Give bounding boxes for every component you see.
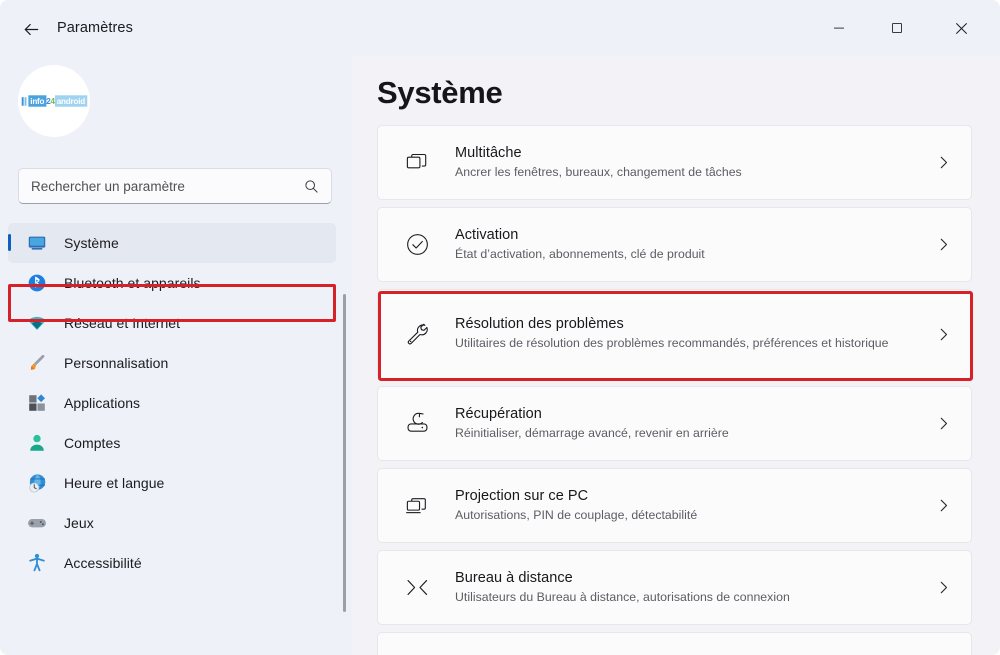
selection-indicator bbox=[8, 234, 11, 251]
sidebar-item-accessibilite[interactable]: Accessibilité bbox=[8, 543, 336, 583]
card-subtitle: Utilitaires de résolution des problèmes … bbox=[455, 336, 889, 351]
search-icon[interactable] bbox=[304, 179, 319, 194]
card-title: Récupération bbox=[455, 405, 542, 422]
sidebar-item-label: Applications bbox=[64, 395, 141, 411]
gamepad-icon bbox=[26, 512, 48, 534]
minimize-button[interactable] bbox=[816, 8, 862, 48]
card-subtitle: État d’activation, abonnements, clé de p… bbox=[455, 246, 705, 261]
back-arrow-icon bbox=[22, 20, 41, 39]
sidebar-item-jeux[interactable]: Jeux bbox=[8, 503, 336, 543]
wifi-icon bbox=[26, 312, 48, 334]
card-resolution-problemes[interactable]: Résolution des problèmes Utilitaires de … bbox=[377, 289, 972, 379]
apps-icon bbox=[26, 392, 48, 414]
project-screens-icon bbox=[402, 491, 432, 521]
sidebar-item-systeme[interactable]: Système bbox=[8, 223, 336, 263]
wrench-icon bbox=[402, 319, 432, 349]
card-bureau-distance[interactable]: Bureau à distance Utilisateurs du Bureau… bbox=[377, 550, 972, 625]
accessibility-icon bbox=[26, 552, 48, 574]
card-subtitle: Autorisations, PIN de couplage, détectab… bbox=[455, 507, 698, 522]
card-text: Récupération Réinitialiser, démarrage av… bbox=[455, 399, 935, 449]
search-input[interactable] bbox=[31, 178, 304, 194]
card-text: Activation État d’activation, abonnement… bbox=[455, 220, 935, 270]
card-title: Activation bbox=[455, 226, 519, 243]
sidebar-scrollbar[interactable] bbox=[343, 294, 346, 612]
sidebar-item-label: Réseau et Internet bbox=[64, 315, 181, 331]
sidebar-item-label: Comptes bbox=[64, 435, 121, 451]
close-button[interactable] bbox=[938, 8, 984, 48]
card-projection-pc[interactable]: Projection sur ce PC Autorisations, PIN … bbox=[377, 468, 972, 543]
card-subtitle: Ancrer les fenêtres, bureaux, changement… bbox=[455, 164, 742, 179]
main-content: Système Multitâche Ancrer les fenêtres, … bbox=[352, 56, 1000, 655]
card-text: Projection sur ce PC Autorisations, PIN … bbox=[455, 481, 935, 531]
globe-clock-icon bbox=[26, 472, 48, 494]
chevron-right-icon[interactable] bbox=[935, 416, 951, 432]
chevron-right-icon[interactable] bbox=[935, 580, 951, 596]
title-bar: Paramètres bbox=[0, 0, 1000, 56]
settings-window: Paramètres info 2 4 android Rechercher u… bbox=[0, 0, 1000, 655]
remote-desktop-icon bbox=[402, 573, 432, 603]
recovery-drive-icon bbox=[402, 409, 432, 439]
card-activation[interactable]: Activation État d’activation, abonnement… bbox=[377, 207, 972, 282]
sidebar-nav: Système Bluetooth et appareils Réseau et… bbox=[0, 223, 352, 655]
back-button[interactable] bbox=[14, 12, 48, 46]
card-multitache[interactable]: Multitâche Ancrer les fenêtres, bureaux,… bbox=[377, 125, 972, 200]
chevron-right-icon[interactable] bbox=[935, 326, 951, 342]
sidebar-item-label: Jeux bbox=[64, 515, 94, 531]
card-title: Résolution des problèmes bbox=[455, 316, 624, 333]
window-title: Paramètres bbox=[57, 20, 133, 36]
paintbrush-icon bbox=[26, 352, 48, 374]
close-icon bbox=[955, 22, 968, 35]
sidebar-item-heure-langue[interactable]: Heure et langue bbox=[8, 463, 336, 503]
person-icon bbox=[26, 432, 48, 454]
avatar-logo: info 2 4 android bbox=[21, 95, 87, 107]
bluetooth-icon bbox=[26, 272, 48, 294]
card-subtitle: Utilisateurs du Bureau à distance, autor… bbox=[455, 589, 790, 604]
sidebar-item-personnalisation[interactable]: Personnalisation bbox=[8, 343, 336, 383]
card-title: Bureau à distance bbox=[455, 569, 573, 586]
card-subtitle: Réinitialiser, démarrage avancé, revenir… bbox=[455, 425, 729, 440]
search-box[interactable] bbox=[18, 168, 332, 204]
sidebar: info 2 4 android Rechercher un paramètre… bbox=[0, 56, 352, 655]
minimize-icon bbox=[833, 22, 845, 34]
avatar[interactable]: info 2 4 android bbox=[18, 65, 90, 137]
card-text: Bureau à distance Utilisateurs du Bureau… bbox=[455, 563, 935, 613]
chevron-right-icon[interactable] bbox=[935, 237, 951, 253]
sidebar-item-bluetooth[interactable]: Bluetooth et appareils bbox=[8, 263, 336, 303]
maximize-button[interactable] bbox=[874, 8, 920, 48]
card-partial-next[interactable] bbox=[377, 632, 972, 655]
multitask-windows-icon bbox=[402, 148, 432, 178]
sidebar-item-label: Système bbox=[64, 235, 119, 251]
chevron-right-icon[interactable] bbox=[935, 155, 951, 171]
sidebar-item-label: Heure et langue bbox=[64, 475, 165, 491]
settings-card-list: Multitâche Ancrer les fenêtres, bureaux,… bbox=[377, 125, 972, 655]
chevron-right-icon[interactable] bbox=[935, 498, 951, 514]
sidebar-item-label: Accessibilité bbox=[64, 555, 142, 571]
card-title: Projection sur ce PC bbox=[455, 487, 589, 504]
sidebar-item-label: Bluetooth et appareils bbox=[64, 275, 201, 291]
card-text: Résolution des problèmes Utilitaires de … bbox=[455, 309, 935, 359]
card-text: Multitâche Ancrer les fenêtres, bureaux,… bbox=[455, 138, 935, 188]
monitor-icon bbox=[26, 232, 48, 254]
sidebar-item-label: Personnalisation bbox=[64, 355, 169, 371]
page-title: Système bbox=[377, 75, 503, 110]
sidebar-item-reseau[interactable]: Réseau et Internet bbox=[8, 303, 336, 343]
sidebar-item-comptes[interactable]: Comptes bbox=[8, 423, 336, 463]
card-recuperation[interactable]: Récupération Réinitialiser, démarrage av… bbox=[377, 386, 972, 461]
check-circle-icon bbox=[402, 230, 432, 260]
sidebar-item-applications[interactable]: Applications bbox=[8, 383, 336, 423]
maximize-icon bbox=[891, 22, 903, 34]
card-title: Multitâche bbox=[455, 144, 522, 161]
